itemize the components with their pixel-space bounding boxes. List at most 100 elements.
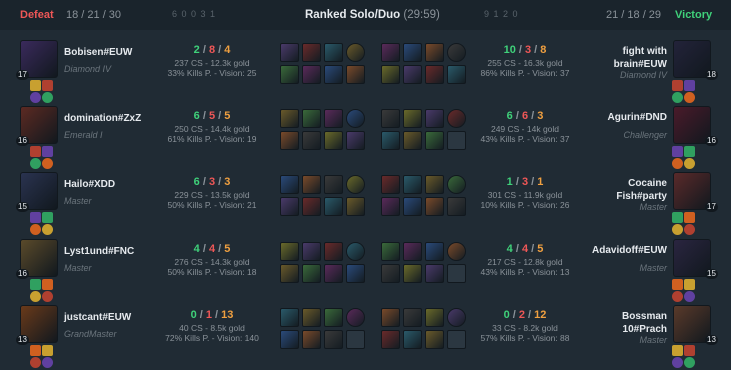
- trinket-icon[interactable]: [447, 109, 466, 128]
- summoner-spell-icon[interactable]: [672, 80, 683, 91]
- item-icon[interactable]: [403, 131, 422, 150]
- right-player-name[interactable]: fight with brain#EUW: [587, 45, 667, 71]
- rune-icon[interactable]: [42, 357, 53, 368]
- summoner-spell-icon[interactable]: [30, 345, 41, 356]
- summoner-spell-icon[interactable]: [42, 146, 53, 157]
- summoner-spell-icon[interactable]: [684, 345, 695, 356]
- item-icon[interactable]: [403, 175, 422, 194]
- item-icon[interactable]: [425, 43, 444, 62]
- item-icon[interactable]: [425, 242, 444, 261]
- left-player-name[interactable]: justcant#EUW: [64, 312, 131, 323]
- item-icon[interactable]: [425, 65, 444, 84]
- empty-item-slot[interactable]: [346, 330, 365, 349]
- trinket-icon[interactable]: [447, 43, 466, 62]
- item-icon[interactable]: [425, 175, 444, 194]
- right-player-name[interactable]: Bossman 10#Prach: [587, 310, 667, 336]
- item-icon[interactable]: [447, 197, 466, 216]
- item-icon[interactable]: [425, 264, 444, 283]
- rune-icon[interactable]: [672, 357, 683, 368]
- item-icon[interactable]: [447, 65, 466, 84]
- summoner-spell-icon[interactable]: [42, 279, 53, 290]
- summoner-spell-icon[interactable]: [672, 279, 683, 290]
- item-icon[interactable]: [280, 330, 299, 349]
- item-icon[interactable]: [302, 264, 321, 283]
- item-icon[interactable]: [280, 308, 299, 327]
- item-icon[interactable]: [302, 308, 321, 327]
- item-icon[interactable]: [403, 242, 422, 261]
- summoner-spell-icon[interactable]: [684, 212, 695, 223]
- item-icon[interactable]: [381, 330, 400, 349]
- right-player-name[interactable]: Cocaine Fish#party: [587, 177, 667, 203]
- left-player-name[interactable]: Hailo#XDD: [64, 179, 115, 190]
- item-icon[interactable]: [381, 131, 400, 150]
- item-icon[interactable]: [381, 43, 400, 62]
- trinket-icon[interactable]: [447, 242, 466, 261]
- item-icon[interactable]: [324, 43, 343, 62]
- left-player-name[interactable]: domination#ZxZ: [64, 113, 141, 124]
- item-icon[interactable]: [280, 242, 299, 261]
- rune-icon[interactable]: [30, 224, 41, 235]
- summoner-spell-icon[interactable]: [42, 345, 53, 356]
- right-player-name[interactable]: Adavidoff#EUW: [587, 244, 667, 257]
- item-icon[interactable]: [324, 175, 343, 194]
- empty-item-slot[interactable]: [447, 330, 466, 349]
- rune-icon[interactable]: [30, 357, 41, 368]
- trinket-icon[interactable]: [346, 175, 365, 194]
- item-icon[interactable]: [324, 65, 343, 84]
- item-icon[interactable]: [403, 65, 422, 84]
- item-icon[interactable]: [346, 131, 365, 150]
- item-icon[interactable]: [403, 264, 422, 283]
- rune-icon[interactable]: [684, 357, 695, 368]
- empty-item-slot[interactable]: [447, 131, 466, 150]
- empty-item-slot[interactable]: [447, 264, 466, 283]
- rune-icon[interactable]: [42, 224, 53, 235]
- summoner-spell-icon[interactable]: [30, 279, 41, 290]
- item-icon[interactable]: [346, 65, 365, 84]
- item-icon[interactable]: [280, 43, 299, 62]
- summoner-spell-icon[interactable]: [684, 146, 695, 157]
- item-icon[interactable]: [425, 131, 444, 150]
- item-icon[interactable]: [425, 330, 444, 349]
- item-icon[interactable]: [403, 43, 422, 62]
- trinket-icon[interactable]: [447, 175, 466, 194]
- summoner-spell-icon[interactable]: [42, 212, 53, 223]
- item-icon[interactable]: [381, 197, 400, 216]
- item-icon[interactable]: [425, 197, 444, 216]
- item-icon[interactable]: [302, 43, 321, 62]
- item-icon[interactable]: [280, 197, 299, 216]
- summoner-spell-icon[interactable]: [30, 80, 41, 91]
- summoner-spell-icon[interactable]: [684, 279, 695, 290]
- item-icon[interactable]: [403, 330, 422, 349]
- item-icon[interactable]: [280, 175, 299, 194]
- trinket-icon[interactable]: [346, 43, 365, 62]
- item-icon[interactable]: [381, 109, 400, 128]
- item-icon[interactable]: [324, 109, 343, 128]
- item-icon[interactable]: [280, 131, 299, 150]
- summoner-spell-icon[interactable]: [30, 212, 41, 223]
- item-icon[interactable]: [346, 264, 365, 283]
- summoner-spell-icon[interactable]: [42, 80, 53, 91]
- item-icon[interactable]: [346, 197, 365, 216]
- item-icon[interactable]: [324, 264, 343, 283]
- item-icon[interactable]: [381, 264, 400, 283]
- summoner-spell-icon[interactable]: [684, 80, 695, 91]
- item-icon[interactable]: [381, 65, 400, 84]
- item-icon[interactable]: [302, 109, 321, 128]
- trinket-icon[interactable]: [346, 109, 365, 128]
- item-icon[interactable]: [381, 308, 400, 327]
- item-icon[interactable]: [302, 131, 321, 150]
- item-icon[interactable]: [302, 197, 321, 216]
- item-icon[interactable]: [324, 308, 343, 327]
- item-icon[interactable]: [280, 65, 299, 84]
- item-icon[interactable]: [381, 175, 400, 194]
- summoner-spell-icon[interactable]: [672, 212, 683, 223]
- summoner-spell-icon[interactable]: [30, 146, 41, 157]
- item-icon[interactable]: [302, 175, 321, 194]
- item-icon[interactable]: [302, 242, 321, 261]
- rune-icon[interactable]: [684, 224, 695, 235]
- item-icon[interactable]: [324, 330, 343, 349]
- item-icon[interactable]: [425, 109, 444, 128]
- summoner-spell-icon[interactable]: [672, 345, 683, 356]
- trinket-icon[interactable]: [346, 242, 365, 261]
- left-player-name[interactable]: Lyst1und#FNC: [64, 246, 134, 257]
